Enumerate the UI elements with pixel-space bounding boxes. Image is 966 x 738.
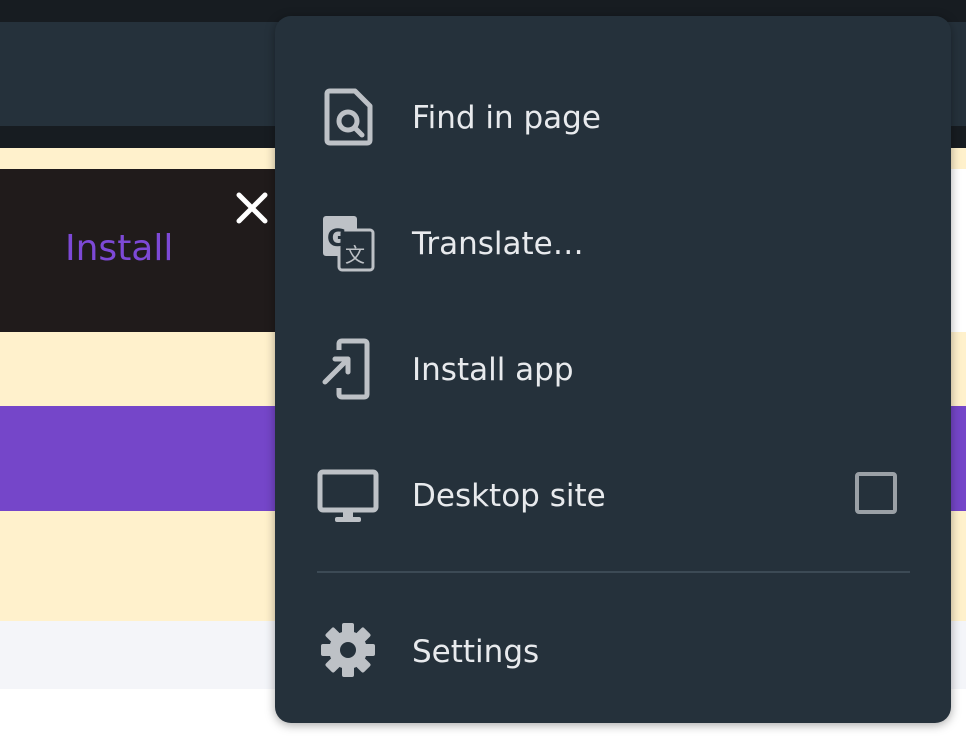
- menu-item-find-in-page[interactable]: Find in page: [275, 62, 951, 172]
- menu-item-label: Settings: [412, 634, 540, 670]
- gear-icon: [321, 623, 375, 677]
- menu-item-desktop-site[interactable]: Desktop site: [275, 440, 951, 550]
- menu-item-translate[interactable]: G 文 Translate…: [275, 188, 951, 298]
- menu-item-install-app[interactable]: Install app: [275, 314, 951, 424]
- menu-item-label: Translate…: [412, 226, 584, 262]
- svg-text:文: 文: [345, 243, 365, 267]
- menu-item-label: Find in page: [412, 100, 601, 136]
- browser-overflow-menu: Find in page G 文 Translate… Install app: [275, 16, 951, 723]
- install-banner-link[interactable]: Install: [65, 228, 173, 269]
- desktop-site-checkbox[interactable]: [855, 472, 897, 514]
- menu-item-label: Install app: [412, 352, 574, 388]
- install-app-icon: [322, 338, 370, 400]
- menu-item-label: Desktop site: [412, 478, 606, 514]
- find-in-page-icon: [324, 88, 373, 146]
- desktop-icon: [317, 469, 379, 522]
- svg-text:G: G: [327, 224, 347, 252]
- screen: Install Find in page G 文 Translate… Inst…: [0, 0, 966, 738]
- menu-divider: [317, 571, 910, 573]
- menu-item-settings[interactable]: Settings: [275, 596, 951, 706]
- close-icon[interactable]: [232, 188, 272, 228]
- translate-icon: G 文: [323, 216, 375, 272]
